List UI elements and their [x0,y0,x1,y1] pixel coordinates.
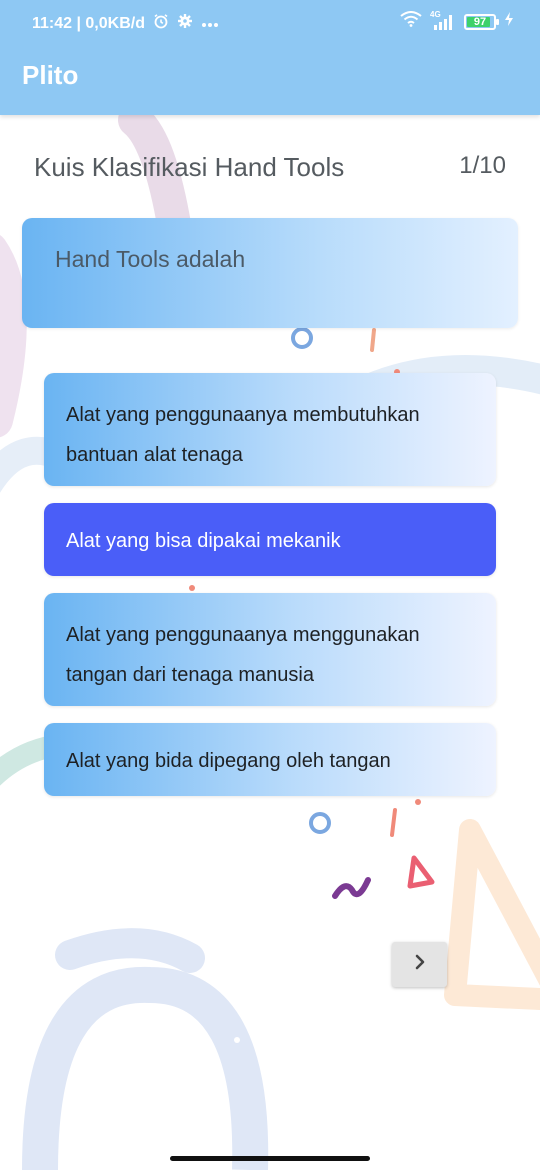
question-text: Hand Tools adalah [55,246,246,272]
answer-option-3[interactable]: Alat yang penggunaanya menggunakan tanga… [44,593,496,706]
quiz-screen: Kuis Klasifikasi Hand Tools 1/10 Hand To… [0,115,540,1170]
app-title: Plito [22,60,79,90]
battery-icon: 97 [464,13,499,30]
question-card: Hand Tools adalah [22,218,518,328]
home-indicator[interactable] [170,1156,370,1161]
charging-icon [504,11,514,32]
status-right: 4G 97 [400,10,514,32]
answer-label: Alat yang penggunaanya membutuhkan bantu… [66,404,420,466]
wifi-icon [400,11,422,32]
alarm-icon [153,13,169,34]
answer-option-2-selected[interactable]: Alat yang bisa dipakai mekanik [44,503,496,576]
more-dots-icon [201,15,219,33]
next-button[interactable] [392,942,447,987]
top-bar: 11:42 | 0,0KB/d 4G 97 Plito [0,0,540,115]
signal-icon: 4G [430,10,456,31]
chevron-right-icon [413,954,427,975]
gear-icon [177,13,193,34]
answer-option-4[interactable]: Alat yang bida dipegang oleh tangan [44,723,496,796]
answer-label: Alat yang bida dipegang oleh tangan [66,750,391,772]
status-time-speed: 11:42 | 0,0KB/d [32,14,145,32]
status-left: 11:42 | 0,0KB/d [32,13,219,34]
question-counter: 1/10 [459,152,506,179]
quiz-title: Kuis Klasifikasi Hand Tools [34,152,345,182]
answer-label: Alat yang penggunaanya menggunakan tanga… [66,624,420,686]
battery-level: 97 [473,15,487,28]
status-bar: 11:42 | 0,0KB/d 4G 97 [0,0,540,46]
answer-option-1[interactable]: Alat yang penggunaanya membutuhkan bantu… [44,373,496,486]
answer-label: Alat yang bisa dipakai mekanik [66,530,341,552]
